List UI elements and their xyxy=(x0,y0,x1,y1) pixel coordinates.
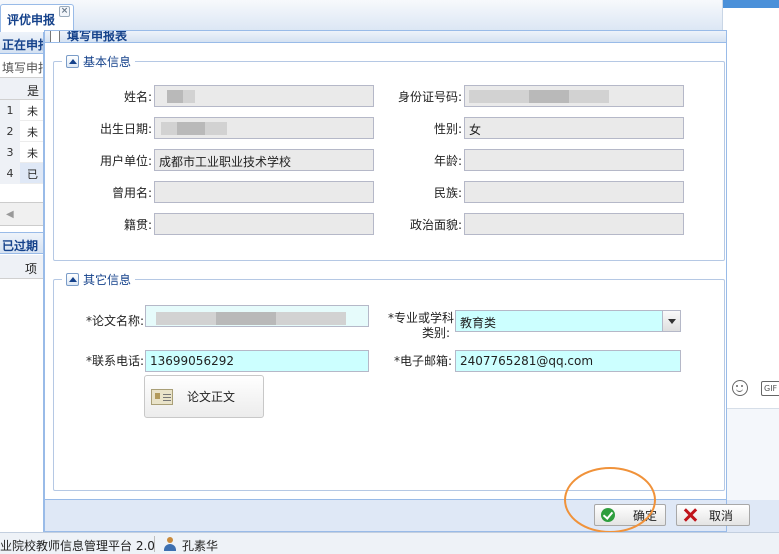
fill-application-toolbar[interactable]: 填写申报 xyxy=(0,54,43,78)
id-number-label: 身份证号码: xyxy=(397,90,462,104)
email-label: *电子邮箱: xyxy=(393,354,452,368)
birth-date-label: 出生日期: xyxy=(99,122,152,136)
major-category-select[interactable]: 教育类 xyxy=(455,310,681,332)
native-place-label: 籍贯: xyxy=(123,218,152,232)
age-field[interactable] xyxy=(464,149,684,171)
former-name-field[interactable] xyxy=(154,181,374,203)
native-place-field[interactable] xyxy=(154,213,374,235)
close-icon xyxy=(683,508,697,522)
tab-award-application[interactable]: 评优申报 × xyxy=(0,4,74,32)
phone-label: *联系电话: xyxy=(85,354,144,368)
right-panel-topbar xyxy=(723,0,779,8)
user-unit-label: 用户单位: xyxy=(99,154,152,168)
status-bar: 业院校教师信息管理平台 2.0 孔素华 xyxy=(0,532,779,554)
check-icon xyxy=(601,508,615,522)
other-info-legend: 其它信息 xyxy=(62,271,136,288)
major-category-label-line2: 类别: xyxy=(421,326,450,340)
confirm-button[interactable]: 确定 xyxy=(594,504,666,526)
status-separator xyxy=(154,536,155,552)
dialog-button-bar: 确定 取消 xyxy=(45,499,750,531)
table-row[interactable]: 4已 xyxy=(0,163,43,184)
tab-strip: 评优申报 × xyxy=(0,0,722,32)
ethnicity-label: 民族: xyxy=(433,186,462,200)
dialog-title: 填写申报表 xyxy=(67,31,128,43)
gender-field[interactable]: 女 xyxy=(464,117,684,139)
tab-close-icon[interactable]: × xyxy=(59,6,70,17)
major-category-value: 教育类 xyxy=(460,316,497,330)
current-user: 孔素华 xyxy=(182,539,219,553)
birth-date-field[interactable] xyxy=(154,117,374,139)
former-name-label: 曾用名: xyxy=(111,186,152,200)
basic-info-fieldset: 基本信息 姓名: 身份证号码: 出生日期: 性别: 女 用户单位: 成都市工业职… xyxy=(53,53,725,261)
paper-body-button-label: 论文正文 xyxy=(187,390,236,404)
document-icon xyxy=(50,31,60,42)
name-field[interactable] xyxy=(154,85,374,107)
basic-info-legend: 基本信息 xyxy=(62,53,136,70)
emoji-icon[interactable] xyxy=(732,380,748,396)
table-row[interactable]: 2未 xyxy=(0,121,43,142)
expired-column-header[interactable]: 项 xyxy=(0,255,43,279)
tab-label: 评优申报 xyxy=(7,13,56,27)
political-status-label: 政治面貌: xyxy=(409,218,462,232)
paper-body-button[interactable]: 论文正文 xyxy=(144,375,264,418)
current-applications-header: 正在申报 xyxy=(0,32,43,54)
cancel-button[interactable]: 取消 xyxy=(676,504,750,526)
gif-icon[interactable]: GIF xyxy=(761,381,779,396)
horizontal-scrollbar[interactable]: ◀ xyxy=(0,202,43,226)
political-status-field[interactable] xyxy=(464,213,684,235)
application-form-dialog: 填写申报表 基本信息 姓名: 身份证号码: 出生日期: 性别: 女 用户单位: … xyxy=(44,30,750,532)
dialog-header: 填写申报表 xyxy=(45,31,726,43)
user-unit-field[interactable]: 成都市工业职业技术学校 xyxy=(154,149,374,171)
grid-column-header[interactable]: 是 xyxy=(0,78,43,100)
collapse-icon[interactable] xyxy=(66,55,79,68)
name-label: 姓名: xyxy=(123,90,152,104)
age-label: 年龄: xyxy=(433,154,462,168)
email-input[interactable]: 2407765281@qq.com xyxy=(455,350,681,372)
left-list-panel: 正在申报 填写申报 是 1未 2未 3未 4已 ◀ 已过期 项 xyxy=(0,32,44,532)
paper-title-label: *论文名称: xyxy=(85,314,144,328)
paper-title-input[interactable] xyxy=(145,305,369,327)
chevron-down-icon[interactable] xyxy=(662,311,680,331)
user-icon xyxy=(163,537,177,551)
table-row[interactable]: 1未 xyxy=(0,100,43,121)
right-panel-input-area[interactable] xyxy=(723,408,779,500)
collapse-icon[interactable] xyxy=(66,273,79,286)
expired-header: 已过期 xyxy=(0,232,43,254)
phone-input[interactable]: 13699056292 xyxy=(145,350,369,372)
scroll-left-icon[interactable]: ◀ xyxy=(6,209,14,220)
right-chat-panel: GIF xyxy=(722,0,779,500)
document-card-icon xyxy=(151,388,173,405)
gender-label: 性别: xyxy=(433,122,462,136)
app-name: 业院校教师信息管理平台 2.0 xyxy=(0,539,155,553)
ethnicity-field[interactable] xyxy=(464,181,684,203)
table-row[interactable]: 3未 xyxy=(0,142,43,163)
id-number-field[interactable] xyxy=(464,85,684,107)
